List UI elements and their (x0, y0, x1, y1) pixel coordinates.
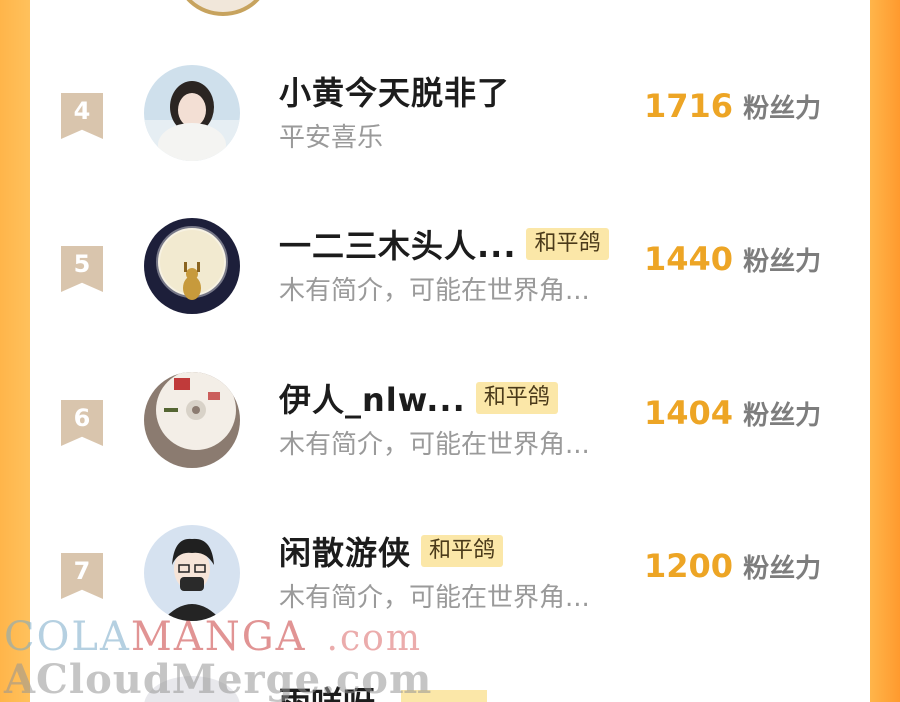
user-bio: 木有简介，可能在世界角... (279, 430, 590, 460)
fan-power-unit: 粉丝力 (743, 401, 822, 431)
avatar-previous-row (176, 0, 270, 16)
avatar[interactable] (144, 525, 240, 621)
leaderboard-row-5[interactable]: 5 一二三木头人... 和平鸽 木有简介，可能在世界角... 1440 粉丝力 (30, 218, 870, 328)
user-name[interactable]: 伊人_nlw... (279, 375, 466, 421)
user-bio: 木有简介，可能在世界角... (279, 276, 590, 306)
avatar[interactable] (144, 372, 240, 468)
leaderboard-row-6[interactable]: 6 伊人_nlw... 和平鸽 木有简介，可能在世界角... 1404 粉丝力 (30, 372, 870, 482)
status-badge: 和平鸽 (526, 228, 609, 260)
user-name[interactable]: 小黄今天脱非了 (279, 68, 510, 114)
leaderboard-row-4[interactable]: 4 小黄今天脱非了 平安喜乐 1716 粉丝力 (30, 65, 870, 175)
avatar[interactable] (144, 218, 240, 314)
fan-power-value: 1200 (644, 547, 734, 585)
fan-power-value: 1440 (644, 240, 734, 278)
status-badge: 和平鸽 (475, 382, 558, 414)
user-name[interactable]: 一二三木头人... (279, 221, 516, 267)
fan-power-unit: 粉丝力 (743, 554, 822, 584)
fan-power-unit: 粉丝力 (743, 247, 822, 277)
avatar[interactable] (144, 65, 240, 161)
rank-badge: 6 (61, 400, 103, 446)
user-name-next-row[interactable]: 雨咩呀 (279, 678, 375, 702)
user-bio: 木有简介，可能在世界角... (279, 583, 590, 613)
avatar-boy-image (144, 525, 240, 621)
avatar-moon-image (144, 218, 240, 314)
rank-badge: 7 (61, 553, 103, 599)
status-badge-next-row (401, 690, 487, 702)
fan-power-unit: 粉丝力 (743, 94, 822, 124)
leaderboard-panel: 4 小黄今天脱非了 平安喜乐 1716 粉丝力 5 一二三木头人... 和平鸽 … (30, 0, 870, 702)
fan-power-value: 1404 (644, 394, 734, 432)
rank-badge: 5 (61, 246, 103, 292)
rank-badge: 4 (61, 93, 103, 139)
status-badge: 和平鸽 (421, 535, 504, 567)
avatar-disc-image (144, 372, 240, 468)
avatar-girl-image (144, 65, 240, 161)
fan-power-value: 1716 (644, 87, 734, 125)
leaderboard-row-7[interactable]: 7 闲散游侠 和平鸽 木有简介，可能在世界角... 1200 粉丝力 (30, 525, 870, 635)
user-bio: 平安喜乐 (279, 123, 384, 153)
user-name[interactable]: 闲散游侠 (279, 528, 411, 574)
